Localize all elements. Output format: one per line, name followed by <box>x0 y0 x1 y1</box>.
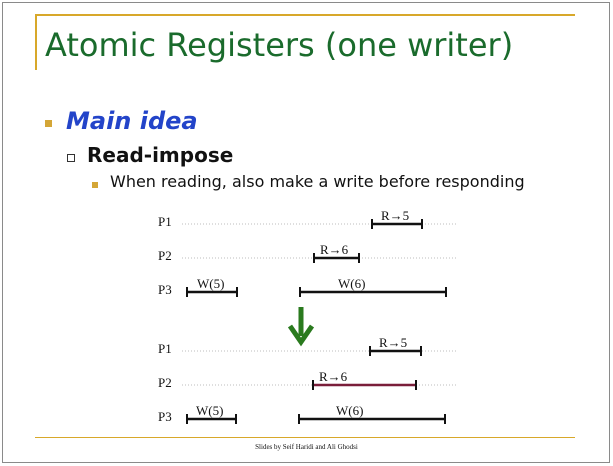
operation-label: W(6) <box>338 276 365 291</box>
operation-label: R→5 <box>379 335 407 350</box>
process-label: P2 <box>158 248 172 263</box>
operation-label: R→6 <box>320 242 349 257</box>
footer-rule <box>35 437 575 438</box>
slide: Atomic Registers (one writer) Main idea … <box>0 0 613 466</box>
operation-label: W(6) <box>336 403 363 418</box>
process-label: P3 <box>158 282 172 297</box>
operation-label: R→5 <box>381 208 409 223</box>
operation-label: W(5) <box>196 403 223 418</box>
bottom-diagram: P1 P2 P3 R→5 R→6 W(5) W(6) <box>158 335 456 424</box>
top-diagram: P1 P2 P3 R→5 R→6 W(5) W(6) <box>158 208 456 297</box>
execution-diagram: P1 P2 P3 R→5 R→6 W(5) W(6) P1 P2 P3 R→5 … <box>158 208 456 424</box>
process-label: P1 <box>158 214 172 229</box>
operation-label: R→6 <box>319 369 348 384</box>
process-label: P1 <box>158 341 172 356</box>
operation-label: W(5) <box>197 276 224 291</box>
down-arrow-icon <box>287 307 315 347</box>
process-label: P2 <box>158 375 172 390</box>
process-label: P3 <box>158 409 172 424</box>
slide-footer: Slides by Seif Haridi and Ali Ghodsi <box>255 443 358 451</box>
